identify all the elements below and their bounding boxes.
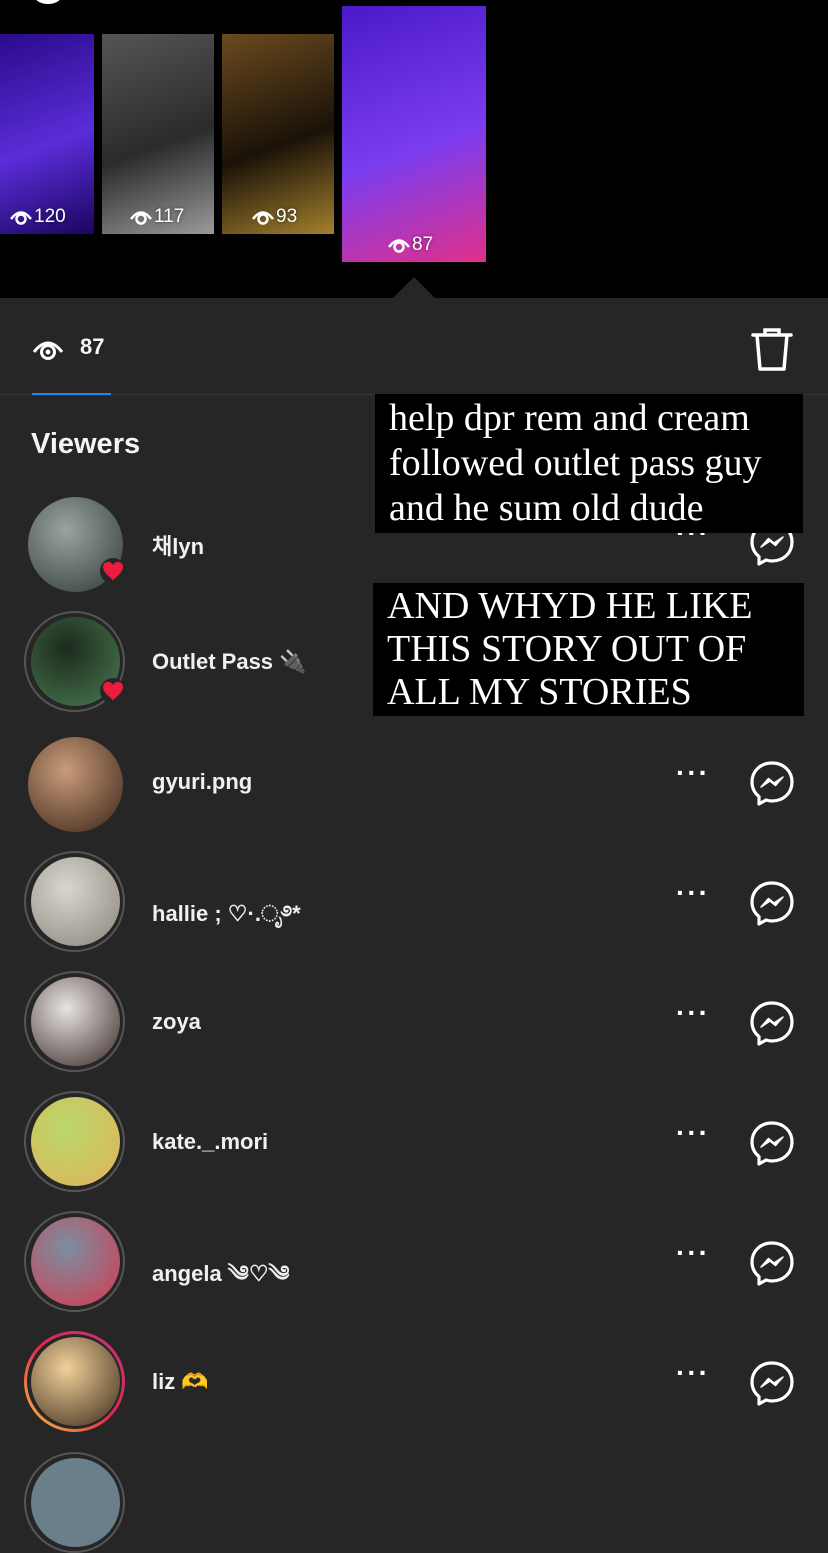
viewers-heading: Viewers bbox=[31, 428, 141, 460]
story-thumbnail[interactable]: 117 bbox=[102, 34, 214, 234]
messenger-icon[interactable] bbox=[749, 1120, 795, 1166]
more-icon[interactable]: ··· bbox=[676, 1237, 710, 1269]
viewer-username[interactable]: liz 🫶 bbox=[152, 1369, 209, 1395]
tab-indicator bbox=[32, 393, 111, 395]
messenger-icon[interactable] bbox=[749, 880, 795, 926]
messenger-icon[interactable] bbox=[749, 1240, 795, 1286]
viewer-username[interactable]: Outlet Pass 🔌 bbox=[152, 649, 307, 675]
overlay-text: AND WHYD HE LIKE THIS STORY OUT OF ALL M… bbox=[373, 583, 804, 716]
eye-icon bbox=[388, 239, 410, 253]
story-thumbnail[interactable]: 93 bbox=[222, 34, 334, 234]
story-strip: 120 117 93 87 bbox=[0, 0, 828, 298]
messenger-icon[interactable] bbox=[749, 1000, 795, 1046]
viewer-username[interactable]: angela ༄♡༄ bbox=[152, 1249, 290, 1311]
eye-icon bbox=[10, 211, 32, 225]
selected-story-pointer bbox=[392, 277, 436, 299]
close-icon[interactable] bbox=[760, 0, 804, 8]
view-count: 120 bbox=[10, 206, 66, 228]
viewer-username[interactable]: gyuri.png bbox=[152, 769, 252, 795]
avatar[interactable] bbox=[31, 1097, 120, 1186]
viewer-row[interactable]: gyuri.png ··· bbox=[0, 723, 828, 843]
messenger-icon[interactable] bbox=[749, 760, 795, 806]
overlay-text: help dpr rem and cream followed outlet p… bbox=[375, 394, 803, 533]
view-count: 93 bbox=[252, 206, 297, 228]
avatar[interactable] bbox=[31, 1217, 120, 1306]
avatar[interactable] bbox=[28, 737, 123, 832]
view-count: 117 bbox=[130, 206, 184, 228]
more-icon[interactable]: ··· bbox=[676, 997, 710, 1029]
viewer-username[interactable]: kate._.mori bbox=[152, 1129, 268, 1155]
messenger-icon[interactable] bbox=[749, 1360, 795, 1406]
avatar[interactable] bbox=[31, 857, 120, 946]
settings-icon[interactable] bbox=[34, 0, 62, 4]
eye-icon bbox=[130, 211, 152, 225]
eye-icon[interactable] bbox=[32, 336, 64, 362]
avatar[interactable] bbox=[31, 977, 120, 1066]
viewer-row[interactable]: zoya ··· bbox=[0, 963, 828, 1083]
stat-view-count: 87 bbox=[80, 334, 105, 359]
viewer-row[interactable]: liz 🫶 ··· bbox=[0, 1323, 828, 1443]
view-count: 87 bbox=[388, 234, 433, 256]
heart-icon bbox=[100, 678, 126, 704]
more-icon[interactable]: ··· bbox=[676, 757, 710, 789]
viewer-row[interactable]: kate._.mori ··· bbox=[0, 1083, 828, 1203]
more-icon[interactable]: ··· bbox=[676, 877, 710, 909]
heart-icon bbox=[100, 558, 126, 584]
viewer-username[interactable]: 채lyn bbox=[152, 529, 204, 561]
trash-icon[interactable] bbox=[750, 326, 794, 372]
viewer-row[interactable]: angela ༄♡༄ ··· bbox=[0, 1203, 828, 1323]
more-icon[interactable]: ··· bbox=[676, 1117, 710, 1149]
eye-icon bbox=[252, 211, 274, 225]
viewer-row[interactable]: hallie ; ♡·.ೃ࿔* ··· bbox=[0, 843, 828, 963]
avatar[interactable] bbox=[31, 1458, 120, 1547]
more-icon[interactable]: ··· bbox=[676, 1357, 710, 1389]
viewer-username[interactable]: zoya bbox=[152, 1009, 201, 1035]
story-thumbnail[interactable]: 120 bbox=[0, 34, 94, 234]
story-thumbnail-selected[interactable]: 87 bbox=[342, 6, 486, 262]
avatar[interactable] bbox=[31, 1337, 120, 1426]
stats-bar bbox=[0, 298, 828, 395]
viewer-username[interactable]: hallie ; ♡·.ೃ࿔* bbox=[152, 889, 301, 951]
